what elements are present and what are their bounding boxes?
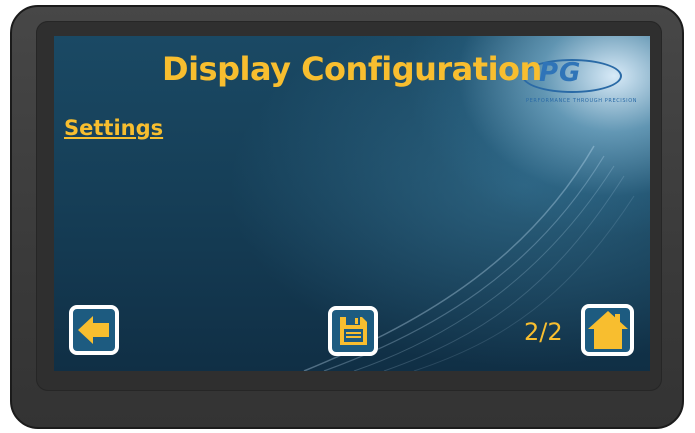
- page-title: Display Configuration: [162, 50, 542, 88]
- save-button[interactable]: [328, 306, 378, 356]
- arrow-left-icon: [78, 316, 109, 344]
- settings-heading: Settings: [64, 116, 164, 140]
- home-icon: [587, 311, 628, 349]
- display-screen: PG PERFORMANCE THROUGH PRECISION Display…: [54, 36, 650, 371]
- logo-letters: PG: [539, 58, 582, 88]
- logo-tagline: PERFORMANCE THROUGH PRECISION: [526, 98, 638, 104]
- page-indicator: 2/2: [524, 318, 563, 346]
- floppy-disk-icon: [340, 317, 367, 345]
- back-button[interactable]: [69, 305, 119, 355]
- home-button[interactable]: [581, 304, 634, 356]
